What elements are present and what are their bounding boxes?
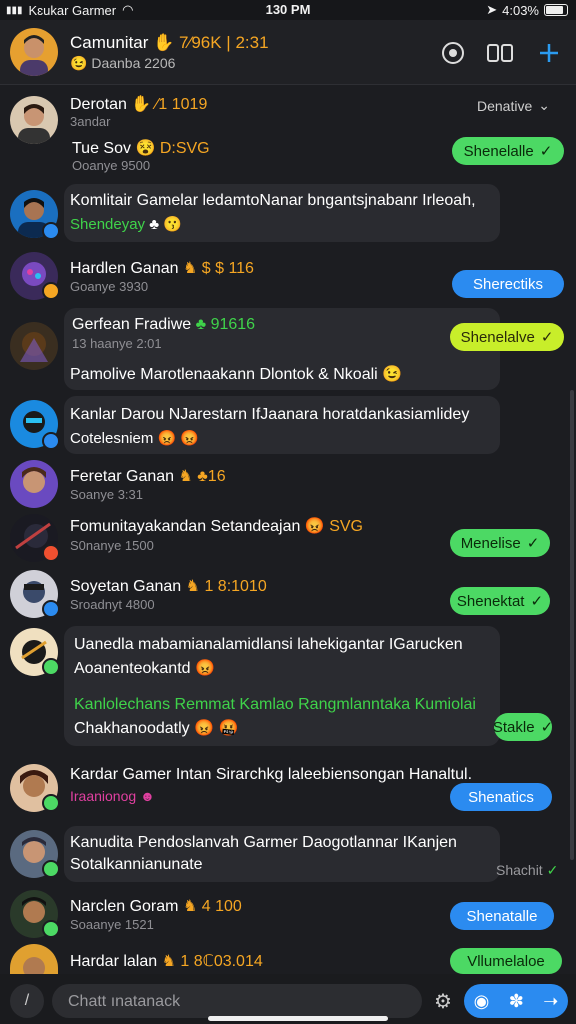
reaction-pill[interactable]: Shachit ✓	[496, 862, 558, 879]
status-badge	[42, 432, 60, 450]
pill-label: Stakle	[492, 718, 535, 736]
reaction-pill[interactable]: Shenelalle ✓	[452, 137, 564, 165]
chevron-down-icon: ⌄	[538, 97, 550, 113]
status-badge	[42, 920, 60, 938]
sender-name: Gerfean Fradiwe ♣ 91616	[72, 316, 256, 333]
media-icon[interactable]	[486, 38, 516, 68]
check-icon: ✓	[526, 535, 540, 552]
status-badge	[42, 222, 60, 240]
gear-icon: ⚙	[434, 990, 452, 1013]
status-bar: ▮▮▮ Kɛukar Garmer ◠ 130 PM ➤ 4:03%	[0, 0, 576, 20]
clock: 130 PM	[265, 2, 311, 17]
pill-label: Shenelalle	[463, 142, 534, 160]
send-controls[interactable]: ◉ ✽ ➝	[464, 984, 568, 1018]
reaction-pill[interactable]: Vllumelaloe	[450, 948, 562, 974]
check-icon: ✓	[540, 329, 554, 346]
message-meta: Goanye 3930	[70, 279, 149, 294]
reaction-pill[interactable]: Shenektat ✓	[450, 587, 550, 615]
message-text: Sotalkannianunate	[70, 856, 203, 873]
filter-label: Denative	[477, 97, 533, 114]
chat-title: Camunitar ✋ 7⁄96K | 2:31	[70, 33, 269, 52]
check-icon: ✓	[546, 862, 559, 878]
status-badge	[42, 544, 60, 562]
sender-name: Tue Sov 😵 D:SVG	[72, 140, 210, 157]
message-meta: Soaanye 1521	[70, 917, 154, 932]
sender-name: Derotan ✋ ⁄1 1019	[70, 96, 208, 113]
message-input-field[interactable]	[52, 984, 422, 1020]
pill-label: Sherectiks	[472, 275, 544, 293]
slash-icon: /	[24, 992, 30, 1009]
reaction-pill[interactable]: Stakle ✓	[492, 713, 554, 741]
scrollbar[interactable]	[570, 390, 574, 860]
message-text: Pamolive Marotlenaakann Dlontok & Nkoali…	[70, 366, 403, 383]
record-icon[interactable]	[438, 38, 468, 68]
emoji-icon[interactable]: ◉	[474, 991, 490, 1012]
pill-label: Shenelalve	[460, 328, 535, 346]
attach-button[interactable]: /	[10, 984, 44, 1018]
check-icon: ✓	[540, 719, 554, 736]
status-badge	[42, 600, 60, 618]
message-text: Chakhanoodatly 😡 🤬	[74, 720, 239, 737]
status-badge	[42, 794, 60, 812]
send-icon[interactable]: ➝	[543, 991, 558, 1012]
avatar[interactable]	[10, 460, 58, 508]
sender-name: Narclen Goram ♞ 4 100	[70, 898, 242, 915]
home-indicator	[208, 1016, 388, 1021]
reaction-pill[interactable]: Sherectiks	[452, 270, 564, 298]
reaction-pill[interactable]: Shenatics	[450, 783, 552, 811]
pill-label: Menelise	[460, 534, 521, 552]
message-text: Kanudita Pendoslanvah Garmer Daogotlanna…	[70, 834, 457, 851]
battery-icon	[544, 4, 568, 16]
message-text: Uanedla mabamianalamidlansi lahekigantar…	[74, 636, 463, 653]
message-text: Aoanenteokantd 😡	[74, 660, 215, 677]
status-badge	[42, 282, 60, 300]
sender-name: Feretar Ganan ♞ ♣16	[70, 468, 226, 485]
pill-label: Vllumelaloe	[467, 952, 545, 970]
message-text: Shendeyay ♣ 😗	[70, 216, 182, 233]
settings-button[interactable]: ⚙	[430, 988, 456, 1014]
reaction-pill[interactable]: Menelise ✓	[450, 529, 550, 557]
check-icon: ✓	[539, 143, 553, 160]
sender-name: Soyetan Ganan ♞ 1 8:1010	[70, 578, 267, 595]
add-member-icon[interactable]	[534, 38, 564, 68]
pill-label: Shenektat	[456, 592, 525, 610]
message-text: Iraanionog ☻	[70, 788, 155, 804]
message-input[interactable]	[52, 984, 410, 1020]
pill-label: Shachit	[496, 862, 543, 878]
message-meta: S0nanye 1500	[70, 538, 154, 553]
message-text: Cotelesniem 😡 😡	[70, 430, 200, 447]
message-text: Kanlar Darou NJarestarn IfJaanara horatd…	[70, 406, 470, 423]
sender-name: Hardar lalan ♞ 1 8ℂ03.014	[70, 953, 263, 970]
check-icon: ✓	[530, 593, 544, 610]
filter-dropdown[interactable]: Denative ⌄	[477, 97, 550, 114]
avatar[interactable]	[10, 944, 58, 974]
message-text: Kanlolechans Remmat Kamlao Rangmlanntaka…	[74, 696, 476, 713]
sender-name: Kardar Gamer Intan Sirarchkg laleebienso…	[70, 766, 473, 783]
message-meta: 3andar	[70, 114, 111, 129]
status-badge	[42, 860, 60, 878]
message-meta: Sroadnyt 4800	[70, 597, 155, 612]
group-avatar[interactable]	[10, 28, 58, 76]
status-badge	[42, 658, 60, 676]
chat-header: Camunitar ✋ 7⁄96K | 2:31 😉 Daanba 2206	[0, 20, 576, 85]
reaction-pill[interactable]: Shenatalle	[450, 902, 554, 930]
sticker-icon[interactable]: ✽	[509, 991, 524, 1012]
sender-name: Hardlen Ganan ♞ $ $ 116	[70, 260, 254, 277]
location-icon: ➤	[486, 2, 498, 17]
avatar[interactable]	[10, 322, 58, 370]
message-meta: 13 haanye 2:01	[72, 336, 162, 351]
reaction-pill[interactable]: Shenelalve ✓	[450, 323, 564, 351]
message-meta: Ooanye 9500	[72, 158, 151, 173]
avatar[interactable]	[10, 96, 58, 144]
sender-name: Fomunitayakandan Setandeajan 😡 SVG	[70, 518, 363, 535]
message-text: Komlitair Gamelar ledamtoNanar bngantsjn…	[70, 192, 476, 209]
battery-percent: 4:03%	[502, 2, 539, 18]
pill-label: Shenatics	[468, 788, 534, 806]
message-meta: Soanye 3:31	[70, 487, 144, 502]
pill-label: Shenatalle	[466, 907, 538, 925]
chat-subtitle: 😉 Daanba 2206	[70, 55, 176, 71]
